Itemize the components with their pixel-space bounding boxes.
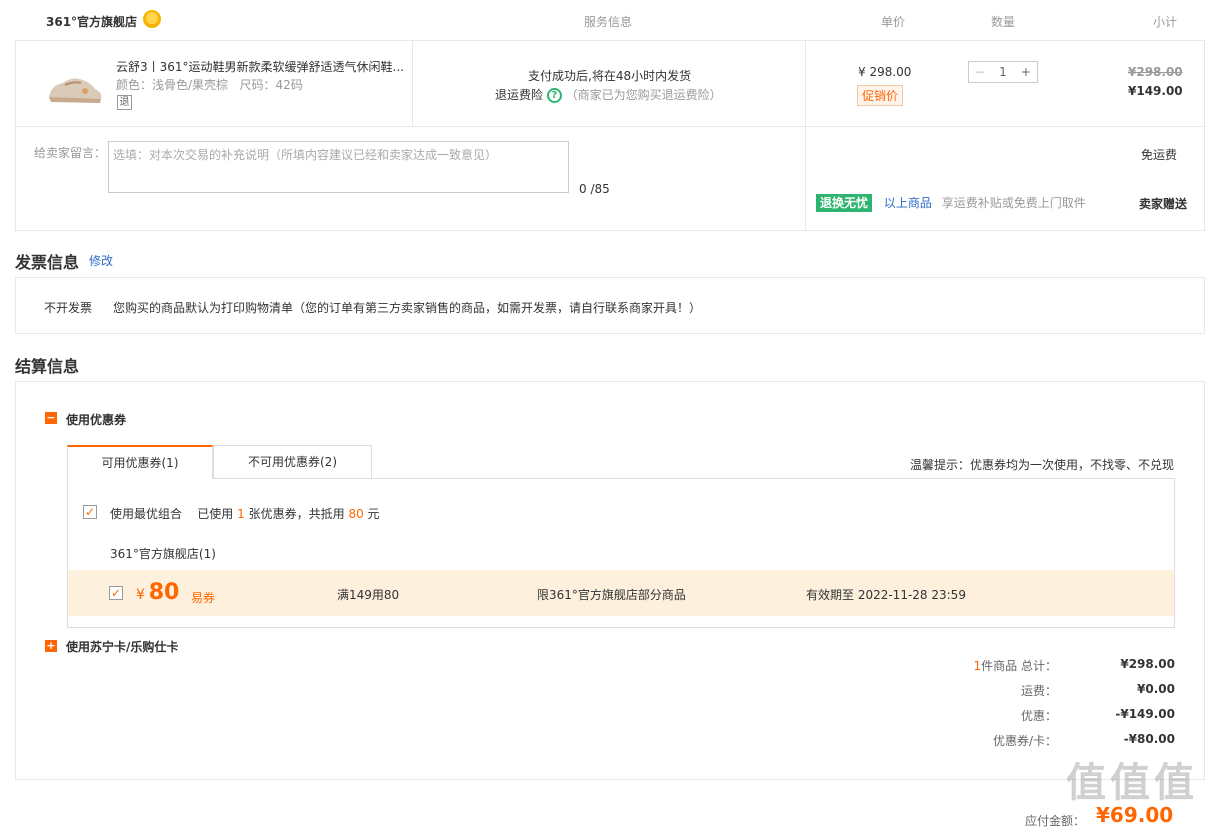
invoice-type: 不开发票 <box>44 301 93 315</box>
size-label: 尺码： <box>239 78 276 92</box>
expand-icon[interactable]: + <box>45 640 57 652</box>
summary-count-row: 1件商品 总计： <box>937 657 1057 674</box>
used-count: 1 <box>237 507 245 521</box>
invoice-edit-link[interactable]: 修改 <box>89 252 113 269</box>
shipping-fee: 免运费 <box>1141 148 1178 162</box>
divider <box>15 126 1205 127</box>
coupon-section-toggle[interactable]: 使用优惠券 <box>66 411 126 428</box>
product-title[interactable]: 云舒3丨361°运动鞋男新款柔软缓弹舒适透气休闲鞋... <box>116 58 404 75</box>
summary-discount-label: 优惠： <box>1020 709 1057 723</box>
summary-discount: -¥149.00 <box>1115 707 1175 721</box>
product-specs: 颜色：浅骨色/果壳棕 尺码：42码 <box>116 76 303 93</box>
unit-price: ¥ 298.00 <box>858 65 912 79</box>
coupon-currency: ¥ <box>136 587 145 603</box>
payable-label: 应付金额： <box>1025 814 1086 828</box>
coupon-type: 易券 <box>191 591 216 605</box>
tab-unavailable-coupons[interactable]: 不可用优惠券(2) <box>213 445 372 478</box>
divider <box>805 40 806 231</box>
message-counter: 0 /85 <box>579 182 610 196</box>
coupon-store: 361°官方旗舰店(1) <box>110 547 216 561</box>
qty-minus-button[interactable]: − <box>975 65 985 79</box>
store-name[interactable]: 361°官方旗舰店 <box>46 13 137 30</box>
col-subtotal: 小计 <box>1153 15 1178 29</box>
worry-free-row: 退换无忧 以上商品 享运费补贴或免费上门取件 <box>816 194 1086 212</box>
cart-header: 361°官方旗舰店 服务信息 单价 数量 小计 <box>15 0 1205 40</box>
coupon-amount: 80 <box>148 580 180 605</box>
insurance-label: 退运费险 <box>495 88 544 102</box>
invoice-desc: 您购买的商品默认为打印购物清单（您的订单有第三方卖家销售的商品，如需开发票，请自… <box>113 301 702 315</box>
product-image[interactable] <box>45 67 105 107</box>
message-input[interactable] <box>108 141 569 193</box>
coupon-scope: 限361°官方旗舰店部分商品 <box>537 588 686 602</box>
best-combo-checkbox[interactable]: ✓ <box>83 505 97 519</box>
store-badge-icon <box>143 10 161 28</box>
watermark: 值值值 <box>1066 760 1198 806</box>
subtotal: ¥149.00 <box>1128 84 1183 98</box>
original-subtotal: ¥298.00 <box>1128 65 1183 79</box>
settlement-title: 结算信息 <box>15 357 80 376</box>
used-mid: 张优惠券，共抵用 <box>248 507 345 521</box>
summary-shipping: ¥0.00 <box>1137 682 1175 696</box>
insurance-note: （商家已为您购买退运费险） <box>565 88 722 102</box>
qty-input[interactable]: 1 <box>999 65 1007 79</box>
invoice-title: 发票信息 <box>15 253 80 272</box>
tab-available-coupons[interactable]: 可用优惠券(1) <box>67 445 213 479</box>
promo-badge: 促销价 <box>857 85 904 106</box>
message-label: 给卖家留言： <box>34 146 107 160</box>
best-combo-label: 使用最优组合 <box>110 507 183 521</box>
worry-free-desc: 享运费补贴或免费上门取件 <box>941 196 1086 210</box>
best-combo-row: 使用最优组合 已使用 1 张优惠券，共抵用 80 元 <box>110 505 380 522</box>
summary-count-label: 件商品 总计： <box>981 659 1057 673</box>
coupon-checkbox[interactable]: ✓ <box>109 586 123 600</box>
col-service: 服务信息 <box>584 15 633 29</box>
worry-free-tag: 退换无忧 <box>816 194 873 212</box>
col-price: 单价 <box>881 15 906 29</box>
card-section-toggle[interactable]: 使用苏宁卡/乐购仕卡 <box>66 638 178 655</box>
seller-gift: 卖家赠送 <box>1139 197 1188 211</box>
divider <box>412 40 413 126</box>
quantity-stepper: − 1 + <box>968 61 1038 83</box>
service-insurance: 退运费险 ? （商家已为您购买退运费险） <box>495 86 722 103</box>
return-tag: 退 <box>117 95 132 110</box>
coupon-tip: 温馨提示：优惠券均为一次使用，不找零、不兑现 <box>910 458 1175 472</box>
summary-total: ¥298.00 <box>1120 657 1175 671</box>
used-amount: 80 <box>348 507 364 521</box>
help-icon[interactable]: ? <box>546 88 562 103</box>
summary-shipping-label: 运费： <box>1020 684 1057 698</box>
used-prefix: 已使用 <box>197 507 234 521</box>
used-suffix: 元 <box>367 507 380 521</box>
summary-coupon: -¥80.00 <box>1123 732 1175 746</box>
coupon-condition: 满149用80 <box>337 588 400 602</box>
summary-coupon-label: 优惠券/卡： <box>992 734 1057 748</box>
collapse-icon[interactable]: − <box>45 412 57 424</box>
coupon-validity: 有效期至 2022-11-28 23:59 <box>806 588 966 602</box>
service-shipping-note: 支付成功后,将在48小时内发货 <box>528 69 692 83</box>
size-value: 42码 <box>275 78 303 92</box>
worry-free-scope-link[interactable]: 以上商品 <box>884 196 932 210</box>
color-value: 浅骨色/果壳棕 <box>152 78 229 92</box>
col-qty: 数量 <box>991 15 1016 29</box>
qty-plus-button[interactable]: + <box>1021 65 1031 79</box>
color-label: 颜色： <box>116 78 153 92</box>
coupon-value: ¥ 80 <box>136 580 179 605</box>
